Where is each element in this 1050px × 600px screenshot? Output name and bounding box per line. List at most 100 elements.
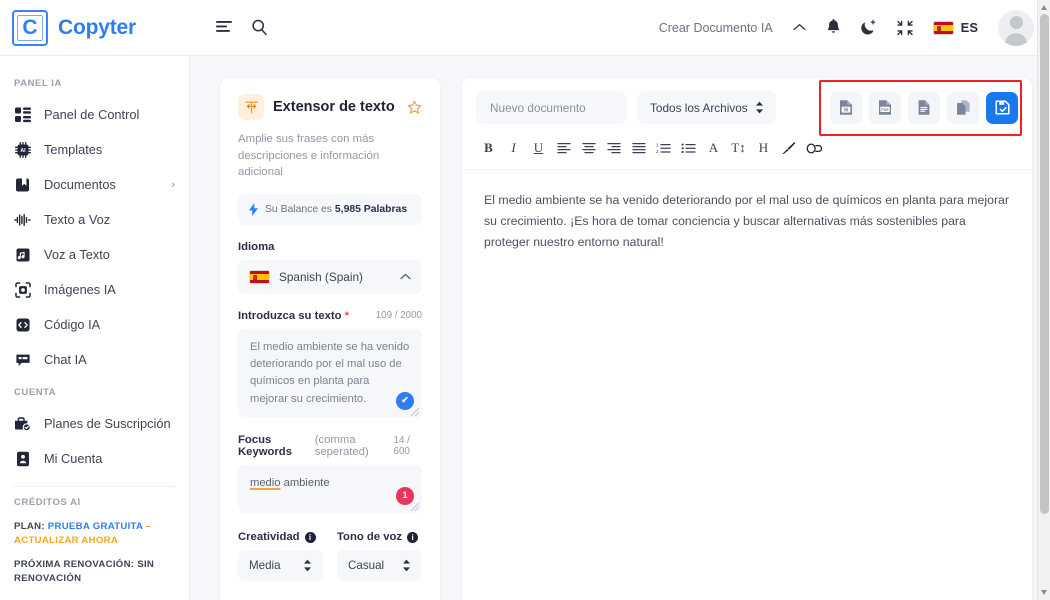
spain-flag-icon <box>249 269 270 284</box>
waveform-icon <box>14 211 31 228</box>
info-icon[interactable]: i <box>407 531 419 543</box>
svg-text:2: 2 <box>656 149 659 154</box>
plan-line: PLAN: PRUEBA GRATUITA – ACTUALIZAR AHORA <box>14 520 175 549</box>
sidebar-item-templates[interactable]: AI Templates <box>0 132 189 167</box>
keyword-word-2: ambiente <box>280 477 330 490</box>
menu-icon[interactable] <box>216 20 233 35</box>
input-text-field[interactable]: El medio ambiente se ha venido deteriora… <box>238 328 422 419</box>
code-icon <box>14 316 31 333</box>
sidebar-item-imagenes-ia[interactable]: Imágenes IA <box>0 272 189 307</box>
document-text: El medio ambiente se ha venido deteriora… <box>484 193 1009 250</box>
page-scrollbar[interactable] <box>1037 0 1050 600</box>
brand-name: Copyter <box>58 15 136 39</box>
language-selector[interactable]: ES <box>932 20 978 35</box>
sidebar-item-mi-cuenta[interactable]: Mi Cuenta <box>0 441 189 476</box>
sidebar-section-account: CUENTA <box>14 387 57 398</box>
textarea-resize-handle[interactable] <box>411 503 419 512</box>
renewal-line: PRÓXIMA RENOVACIÓN: SIN RENOVACIÓN <box>14 558 155 585</box>
editor-body[interactable]: El medio ambiente se ha venido deteriora… <box>462 170 1032 600</box>
tool-description: Amplie sus frases con más descripciones … <box>238 133 380 179</box>
sidebar-item-documentos[interactable]: Documentos › <box>0 167 189 202</box>
sidebar-item-planes-de-suscripcion[interactable]: Planes de Suscripción <box>0 406 189 441</box>
page-title: Extensor de texto <box>273 99 395 115</box>
plan-prefix: PLAN: <box>14 521 45 532</box>
heading-button[interactable]: H <box>751 137 776 159</box>
bell-icon[interactable] <box>826 19 841 36</box>
files-filter-value: Todos los Archivos <box>650 100 748 115</box>
search-icon[interactable] <box>251 19 268 36</box>
export-word-button[interactable]: W <box>830 91 862 124</box>
link-icon[interactable] <box>801 137 826 159</box>
save-document-button[interactable] <box>986 91 1018 124</box>
plan-upgrade-link[interactable]: ACTUALIZAR AHORA <box>14 535 118 546</box>
sidebar-item-chat-ia[interactable]: Chat IA <box>0 342 189 377</box>
creativity-label-text: Creatividad <box>238 531 300 544</box>
plan-dash: – <box>145 521 152 532</box>
align-center-button[interactable] <box>576 137 601 159</box>
word-file-icon: W <box>838 99 854 116</box>
info-icon[interactable]: i <box>304 531 316 543</box>
balance-banner: Su Balance es 5,985 Palabras <box>238 193 422 225</box>
keyword-word-1: medio <box>250 477 281 490</box>
brand-logo[interactable]: C Copyter <box>0 9 190 46</box>
sidebar-item-label: Planes de Suscripción <box>44 416 171 431</box>
underline-button[interactable]: U <box>526 137 551 159</box>
compress-icon[interactable] <box>896 20 913 36</box>
font-size-button[interactable]: T↕ <box>726 137 751 159</box>
files-filter-select[interactable]: Todos los Archivos <box>638 91 776 124</box>
export-text-button[interactable] <box>908 91 940 124</box>
create-document-link[interactable]: Crear Documento IA <box>659 21 773 35</box>
brush-icon[interactable] <box>776 137 801 159</box>
image-ai-icon <box>14 281 31 298</box>
dashboard-icon <box>14 106 31 123</box>
chip-ai-icon: AI <box>14 141 31 158</box>
audio-file-icon <box>14 246 31 263</box>
unordered-list-button[interactable] <box>676 137 701 159</box>
sidebar-section-credits: CRÉDITOS AI <box>14 497 81 508</box>
sidebar-item-codigo-ia[interactable]: Código IA <box>0 307 189 342</box>
editor-column: Nuevo documento Todos los Archivos W PDF… <box>440 78 1050 600</box>
chevron-up-icon[interactable] <box>792 23 806 32</box>
text-expand-icon <box>238 94 264 120</box>
scroll-up-arrow-icon[interactable] <box>1041 5 1047 10</box>
creativity-label: Creatividad i <box>238 531 323 543</box>
sidebar-item-voz-a-texto[interactable]: Voz a Texto <box>0 237 189 272</box>
star-icon[interactable] <box>407 100 422 115</box>
sidebar-section-panel: PANEL IA <box>14 78 62 89</box>
balance-prefix: Su Balance es <box>265 203 335 215</box>
align-right-button[interactable] <box>601 137 626 159</box>
bolt-icon <box>249 202 258 216</box>
stepper-icon <box>402 559 411 572</box>
bold-button[interactable]: B <box>476 137 501 159</box>
sidebar-item-label: Templates <box>44 142 103 157</box>
sidebar-item-panel-de-control[interactable]: Panel de Control <box>0 97 189 132</box>
scrollbar-thumb[interactable] <box>1040 14 1049 514</box>
app-body: PANEL IA Panel de Control AI Templates D… <box>0 56 1050 600</box>
tool-card-header: Extensor de texto <box>238 94 422 120</box>
input-text-label-text: Introduzca su texto <box>238 309 342 322</box>
ordered-list-button[interactable]: 1 2 <box>651 137 676 159</box>
balance-text: Su Balance es 5,985 Palabras <box>265 204 407 215</box>
italic-button[interactable]: I <box>501 137 526 159</box>
keywords-field[interactable]: medio ambiente 1 <box>238 465 422 514</box>
textarea-resize-handle[interactable] <box>411 408 419 417</box>
align-left-button[interactable] <box>551 137 576 159</box>
sidebar-item-texto-a-voz[interactable]: Texto a Voz <box>0 202 189 237</box>
text-file-icon <box>916 99 932 116</box>
document-name-input[interactable]: Nuevo documento <box>476 91 626 124</box>
copy-document-button[interactable] <box>947 91 979 124</box>
moon-icon[interactable] <box>860 19 877 36</box>
scroll-down-arrow-icon[interactable] <box>1041 590 1047 595</box>
align-justify-button[interactable] <box>626 137 651 159</box>
language-select[interactable]: Spanish (Spain) <box>238 259 422 294</box>
keywords-hint: (comma seperated) <box>314 434 369 459</box>
copy-icon <box>955 99 972 116</box>
avatar[interactable] <box>998 9 1034 46</box>
export-actions-group: W PDF <box>819 79 1022 136</box>
font-family-button[interactable]: A <box>701 137 726 159</box>
sidebar-item-label: Chat IA <box>44 352 87 367</box>
export-pdf-button[interactable]: PDF <box>869 91 901 124</box>
tone-value: Casual <box>348 559 385 573</box>
creativity-select[interactable]: Media <box>238 550 323 582</box>
tone-select[interactable]: Casual <box>337 550 422 582</box>
